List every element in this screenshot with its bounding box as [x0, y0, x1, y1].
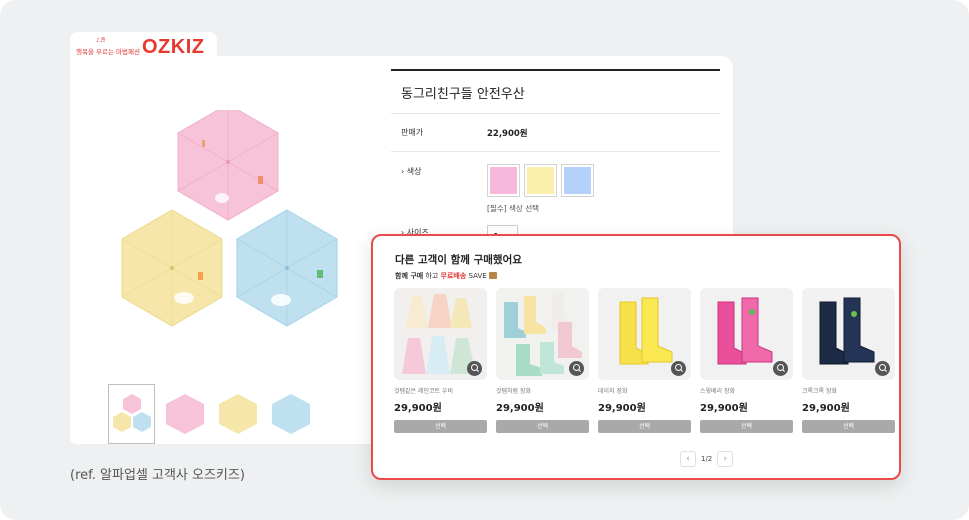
- product-title: 동그리친구들 안전우산: [391, 71, 720, 114]
- thumbnail-image: [271, 394, 310, 434]
- select-button[interactable]: 선택: [496, 420, 589, 433]
- product-image[interactable]: [700, 288, 793, 380]
- page-indicator: 1/2: [701, 455, 713, 463]
- product-name: 데이지 장화: [598, 388, 628, 395]
- color-fill: [564, 167, 591, 194]
- blue-umbrella: [236, 209, 338, 327]
- zoom-icon[interactable]: [875, 361, 890, 376]
- color-swatch-pink[interactable]: [487, 164, 520, 197]
- color-required-note: [필수] 색상 선택: [487, 204, 540, 213]
- yellow-umbrella: [121, 209, 223, 327]
- product-image[interactable]: [598, 288, 691, 380]
- upsell-popup: 다른 고객이 함께 구매했어요 함께 구매 하고 무료배송 SAVE 것템같은 …: [371, 234, 901, 480]
- color-option-label: › 색상: [401, 167, 422, 176]
- zoom-icon[interactable]: [773, 361, 788, 376]
- product-price: 29,900원: [802, 403, 850, 414]
- product-name: 크록크록 장화: [802, 388, 838, 395]
- box-icon: [488, 272, 497, 279]
- select-button[interactable]: 선택: [700, 420, 793, 433]
- price-label: 판매가: [401, 128, 424, 137]
- thumbnail-pink[interactable]: [161, 384, 208, 444]
- upsell-title: 다른 고객이 함께 구매했어요: [395, 254, 522, 266]
- brand-tagline: 행복을 부르는 마법패션: [76, 48, 140, 56]
- product-image[interactable]: [802, 288, 895, 380]
- reference-caption: (ref. 알파업셀 고객사 오즈키즈): [70, 468, 245, 483]
- upsell-product-navy-boots[interactable]: 크록크록 장화 29,900원 선택: [802, 288, 895, 433]
- product-price: 29,900원: [700, 403, 748, 414]
- upsell-product-raincoat[interactable]: 것템같은 레인코트 우비 29,900원 선택: [394, 288, 487, 433]
- product-name: 것템같은 레인코트 우비: [394, 388, 454, 395]
- product-image[interactable]: [394, 288, 487, 380]
- thumbnail-list: [108, 384, 314, 444]
- pagination: ‹ 1/2 ›: [680, 451, 734, 467]
- select-button[interactable]: 선택: [598, 420, 691, 433]
- color-fill: [490, 167, 517, 194]
- zoom-icon[interactable]: [569, 361, 584, 376]
- upsell-product-boots-set[interactable]: 것템처럼 장화 29,900원 선택: [496, 288, 589, 433]
- color-swatch-blue[interactable]: [561, 164, 594, 197]
- upsell-product-list: 것템같은 레인코트 우비 29,900원 선택 것템처럼 장화 29,900원 …: [394, 288, 895, 433]
- product-price: 29,900원: [394, 403, 442, 414]
- upsell-subtitle: 함께 구매 하고 무료배송 SAVE: [395, 271, 497, 281]
- product-price: 29,900원: [496, 403, 544, 414]
- music-note-icon: ♪♬: [96, 37, 106, 44]
- thumbnail-image: [165, 394, 204, 434]
- color-fill: [527, 167, 554, 194]
- pink-umbrella: [177, 110, 279, 221]
- thumbnail-yellow[interactable]: [214, 384, 261, 444]
- select-button[interactable]: 선택: [394, 420, 487, 433]
- zoom-icon[interactable]: [671, 361, 686, 376]
- thumbnail-image: [112, 394, 151, 432]
- upsell-product-yellow-boots[interactable]: 데이지 장화 29,900원 선택: [598, 288, 691, 433]
- thumbnail-image: [218, 394, 257, 434]
- price-value: 22,900원: [487, 128, 528, 139]
- product-name: 것템처럼 장화: [496, 388, 532, 395]
- next-page-button[interactable]: ›: [717, 451, 734, 467]
- select-button[interactable]: 선택: [802, 420, 895, 433]
- upsell-product-pink-boots[interactable]: 스윗베리 장화 29,900원 선택: [700, 288, 793, 433]
- product-main-image[interactable]: [105, 110, 355, 330]
- product-name: 스윗베리 장화: [700, 388, 736, 395]
- thumbnail-blue[interactable]: [267, 384, 314, 444]
- color-swatches: [487, 164, 594, 197]
- product-price: 29,900원: [598, 403, 646, 414]
- thumbnail-all[interactable]: [108, 384, 155, 444]
- price-row: 판매가 22,900원: [391, 114, 720, 152]
- prev-page-button[interactable]: ‹: [680, 451, 696, 467]
- color-swatch-yellow[interactable]: [524, 164, 557, 197]
- page-frame: ♪♬ 행복을 부르는 마법패션 OZKIZ 동그리친구들 안전우산 판매가 22…: [0, 0, 969, 520]
- product-image[interactable]: [496, 288, 589, 380]
- zoom-icon[interactable]: [467, 361, 482, 376]
